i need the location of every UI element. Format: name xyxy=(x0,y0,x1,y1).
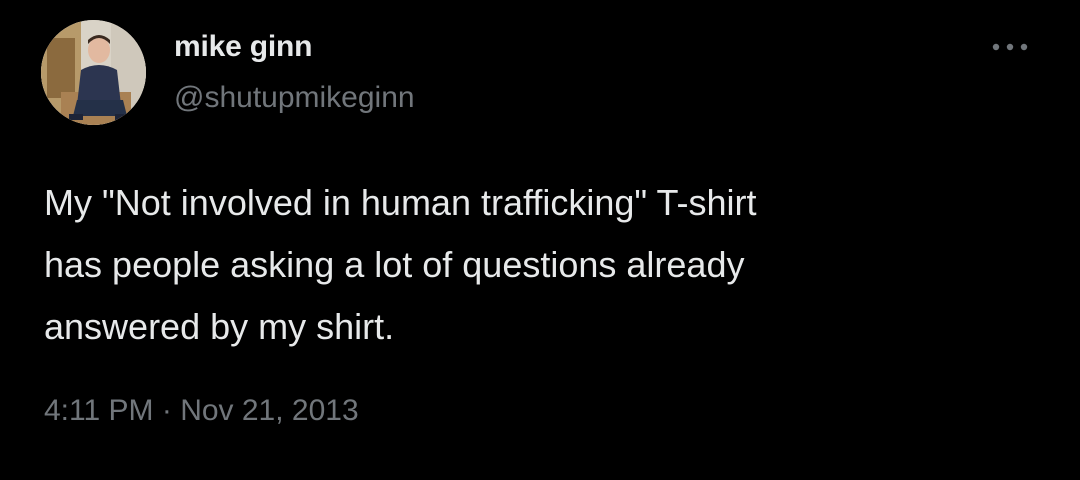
tweet-text-line: answered by my shirt. xyxy=(44,306,395,347)
tweet-card: mike ginn @shutupmikeginn My "Not involv… xyxy=(0,0,1080,480)
tweet-text-line: My "Not involved in human trafficking" T… xyxy=(44,182,757,223)
meta-separator: · xyxy=(161,394,172,427)
avatar[interactable] xyxy=(41,20,146,125)
tweet-time: 4:11 PM xyxy=(44,394,154,427)
profile-photo-icon xyxy=(41,20,146,125)
tweet-text: My "Not involved in human trafficking" T… xyxy=(44,172,1024,358)
more-options-button[interactable] xyxy=(986,32,1034,62)
tweet-timestamp[interactable]: 4:11 PM · Nov 21, 2013 xyxy=(44,394,359,428)
tweet-date: Nov 21, 2013 xyxy=(180,394,359,427)
tweet-text-line: has people asking a lot of questions alr… xyxy=(44,244,745,285)
more-horizontal-icon xyxy=(992,43,1028,51)
user-handle[interactable]: @shutupmikeginn xyxy=(174,81,415,115)
display-name[interactable]: mike ginn xyxy=(174,30,312,64)
